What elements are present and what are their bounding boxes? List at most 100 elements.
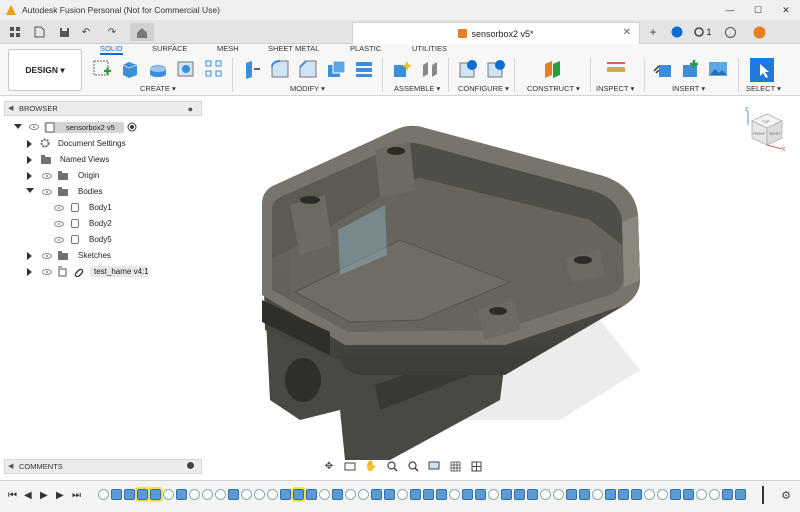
expand-arrow-icon[interactable]: [27, 172, 32, 180]
timeline-feature-sketch[interactable]: [202, 489, 213, 500]
timeline-feature-extrude[interactable]: [436, 489, 447, 500]
timeline-feature-sketch[interactable]: [696, 489, 707, 500]
help-icon[interactable]: [724, 24, 736, 40]
visibility-eye-icon[interactable]: [54, 221, 64, 227]
timeline-feature-extrude[interactable]: [371, 489, 382, 500]
maximize-button[interactable]: ☐: [744, 0, 772, 20]
close-tab-icon[interactable]: ✕: [623, 27, 631, 38]
collapse-panel-icon[interactable]: ◀: [8, 104, 13, 112]
timeline-feature-extrude[interactable]: [605, 489, 616, 500]
timeline-feature-sketch[interactable]: [553, 489, 564, 500]
chamfer-icon[interactable]: [298, 59, 318, 79]
insert-menu[interactable]: INSERT ▾: [672, 84, 705, 93]
timeline-feature-sketch[interactable]: [163, 489, 174, 500]
measure-icon[interactable]: [606, 59, 626, 79]
timeline-feature-extrude[interactable]: [423, 489, 434, 500]
revolve-icon[interactable]: [148, 59, 168, 79]
timeline-feature-extrude[interactable]: [176, 489, 187, 500]
extensions-icon[interactable]: [670, 24, 684, 40]
select-icon[interactable]: [750, 58, 774, 82]
pan-icon[interactable]: ✋: [362, 459, 380, 473]
file-menu-icon[interactable]: [30, 24, 48, 40]
timeline-feature-sketch[interactable]: [592, 489, 603, 500]
configure-menu[interactable]: CONFIGURE ▾: [458, 84, 509, 93]
combine-icon[interactable]: [354, 59, 374, 79]
timeline-feature-extrude[interactable]: [332, 489, 343, 500]
visibility-eye-icon[interactable]: [42, 189, 52, 195]
timeline-feature-extrude[interactable]: [384, 489, 395, 500]
visibility-eye-icon[interactable]: [54, 237, 64, 243]
view-cube-top-label[interactable]: TOP: [762, 120, 770, 124]
timeline-feature-sketch[interactable]: [657, 489, 668, 500]
inspect-menu[interactable]: INSPECT ▾: [596, 84, 634, 93]
timeline-feature-sketch[interactable]: [215, 489, 226, 500]
view-cube-front-label[interactable]: FRONT: [753, 132, 766, 136]
grid-settings-icon[interactable]: [446, 459, 464, 473]
viewports-icon[interactable]: [467, 459, 485, 473]
timeline-play-icon[interactable]: ▶: [40, 490, 48, 501]
insert-component-icon[interactable]: [680, 59, 700, 79]
browser-minimize-icon[interactable]: ●: [188, 104, 193, 114]
tab-solid[interactable]: SOLID: [100, 44, 123, 55]
grid-menu-icon[interactable]: [8, 24, 22, 40]
expand-arrow-icon[interactable]: [26, 188, 34, 193]
configure-table-icon[interactable]: [458, 59, 478, 79]
hole-icon[interactable]: [176, 59, 196, 79]
timeline-feature-extrude[interactable]: [514, 489, 525, 500]
visibility-eye-icon[interactable]: [42, 269, 52, 275]
comments-panel-header[interactable]: ◀ COMMENTS: [4, 459, 202, 474]
radio-active-icon[interactable]: [127, 122, 137, 132]
display-settings-icon[interactable]: [425, 459, 443, 473]
3d-viewport[interactable]: TOP FRONT RIGHT Z X: [205, 97, 800, 477]
timeline-feature-extrude[interactable]: [124, 489, 135, 500]
timeline-feature-extrude[interactable]: [462, 489, 473, 500]
timeline-feature-sketch[interactable]: [540, 489, 551, 500]
configure-rule-icon[interactable]: [486, 59, 506, 79]
timeline-feature-sketch[interactable]: [98, 489, 109, 500]
timeline-feature-extrude[interactable]: [410, 489, 421, 500]
timeline-feature-extrude[interactable]: [280, 489, 291, 500]
collapse-panel-icon[interactable]: ◀: [8, 462, 13, 470]
pattern-icon[interactable]: [204, 59, 224, 79]
job-status[interactable]: 1: [692, 24, 714, 40]
joint-icon[interactable]: [420, 59, 440, 79]
expand-arrow-icon[interactable]: [27, 156, 32, 164]
timeline-last-icon[interactable]: ⏭: [72, 490, 81, 501]
timeline-feature-sketch[interactable]: [449, 489, 460, 500]
workspace-switcher[interactable]: DESIGN ▾: [8, 49, 82, 91]
assemble-menu[interactable]: ASSEMBLE ▾: [394, 84, 440, 93]
expand-arrow-icon[interactable]: [27, 268, 32, 276]
create-sketch-icon[interactable]: [92, 59, 112, 79]
document-tab[interactable]: sensorbox2 v5* ✕: [352, 22, 640, 44]
extrude-icon[interactable]: [120, 59, 140, 79]
timeline-feature-extrude[interactable]: [501, 489, 512, 500]
timeline-feature-sketch[interactable]: [267, 489, 278, 500]
visibility-eye-icon[interactable]: [54, 205, 64, 211]
insert-canvas-icon[interactable]: [708, 59, 728, 79]
save-icon[interactable]: [58, 24, 70, 40]
timeline-feature-extrude[interactable]: [631, 489, 642, 500]
timeline-next-icon[interactable]: ▶: [56, 490, 64, 501]
timeline-feature-sketch[interactable]: [644, 489, 655, 500]
fit-zoom-icon[interactable]: [404, 459, 422, 473]
visibility-eye-icon[interactable]: [29, 124, 39, 130]
timeline-feature-sketch[interactable]: [358, 489, 369, 500]
minimize-button[interactable]: —: [716, 0, 744, 20]
press-pull-icon[interactable]: [242, 59, 262, 79]
browser-panel-header[interactable]: ◀ BROWSER ●: [4, 101, 202, 116]
timeline-feature-extrude[interactable]: [148, 487, 163, 502]
model-render[interactable]: [205, 97, 800, 477]
home-button[interactable]: [130, 23, 154, 41]
visibility-eye-icon[interactable]: [42, 173, 52, 179]
tab-surface[interactable]: SURFACE: [152, 44, 187, 55]
tab-sheet-metal[interactable]: SHEET METAL: [268, 44, 319, 55]
close-button[interactable]: ✕: [772, 0, 800, 20]
expand-arrow-icon[interactable]: [27, 140, 32, 148]
offset-plane-icon[interactable]: [542, 59, 562, 79]
timeline-feature-extrude[interactable]: [135, 487, 150, 502]
timeline-settings-icon[interactable]: ⚙: [781, 489, 791, 502]
construct-menu[interactable]: CONSTRUCT ▾: [527, 84, 580, 93]
undo-icon[interactable]: ↶: [80, 24, 92, 40]
timeline-feature-extrude[interactable]: [722, 489, 733, 500]
timeline-feature-sketch[interactable]: [397, 489, 408, 500]
